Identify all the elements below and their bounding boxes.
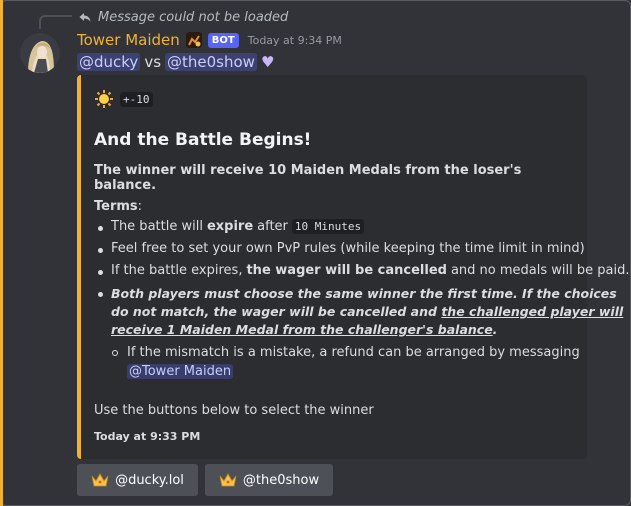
crown-icon (219, 473, 237, 487)
button-label: @ducky.lol (115, 472, 184, 488)
sub-bullet-text: If the mismatch is a mistake, a refund c… (127, 345, 580, 360)
author-code: +-10 (120, 91, 153, 107)
reply-spine (39, 15, 72, 29)
bullet-dot (98, 226, 103, 231)
reply-reference[interactable]: Message could not be loaded (78, 8, 288, 26)
bullet-dot (98, 248, 103, 253)
crown-icon (91, 473, 109, 487)
bullet4-line2: do not match, the wager will be cancelle… (111, 303, 623, 321)
mention-the0show[interactable]: @the0show (165, 53, 257, 71)
select-ducky-button[interactable]: @ducky.lol (77, 464, 198, 496)
bullet-dot (98, 292, 103, 297)
reply-text: Message could not be loaded (98, 9, 289, 25)
terms-heading: Terms: (94, 199, 142, 214)
sub-list-item: If the mismatch is a mistake, a refund c… (127, 343, 580, 381)
instruction-text: Use the buttons below to select the winn… (94, 403, 374, 418)
avatar[interactable] (20, 33, 60, 73)
avatar-image (20, 33, 60, 73)
embed-subtitle: The winner will receive 10 Maiden Medals… (94, 163, 522, 193)
bullet4-line2-underline: the challenged player will (441, 304, 624, 319)
message-timestamp[interactable]: Today at 9:34 PM (248, 34, 342, 47)
heart-icon: ♥ (260, 53, 275, 71)
mention-ducky[interactable]: @ducky (77, 53, 141, 71)
list-item: Feel free to set your own PvP rules (whi… (111, 241, 585, 256)
bullet4-line2-text: do not match, the wager will be cancelle… (111, 304, 437, 319)
select-the0show-button[interactable]: @the0show (205, 464, 333, 496)
bullet4-line3: receive 1 Maiden Medal from the challeng… (111, 321, 623, 339)
embed-author: +-10 (94, 88, 153, 110)
list-item: If the battle expires, the wager will be… (111, 263, 629, 278)
role-icon (185, 32, 202, 48)
bullet3-bold: the wager will be cancelled (246, 263, 447, 278)
bullet3-post: and no medals will be paid. (450, 263, 630, 278)
versus-text: vs (144, 53, 162, 71)
embed-title: And the Battle Begins! (94, 130, 312, 150)
bullet1-post: after (257, 219, 288, 234)
terms-colon: : (137, 199, 143, 214)
battle-embed: +-10 And the Battle Begins! The winner w… (77, 75, 629, 459)
bullet-dot (98, 270, 103, 275)
bullet1-bold: expire (206, 219, 254, 234)
sub-bullet-circle (112, 350, 118, 356)
mention-tower-maiden[interactable]: @Tower Maiden (127, 364, 234, 379)
bullet3-text: If the battle expires, (111, 263, 243, 278)
mention-highlight-bar (0, 0, 3, 506)
button-label: @the0show (242, 472, 320, 488)
bullet1-text: The battle will (111, 219, 203, 234)
bullet4-line3-underline: receive 1 Maiden Medal from the challeng… (111, 322, 493, 337)
bullet4-line1: Both players must choose the same winner… (111, 286, 617, 301)
bot-tag: BOT (207, 32, 239, 48)
username[interactable]: Tower Maiden (77, 31, 180, 49)
embed-footer-timestamp: Today at 9:33 PM (94, 430, 201, 443)
list-item: The battle will expire after 10 Minutes (111, 219, 365, 234)
bullet1-code: 10 Minutes (291, 219, 365, 234)
bullet4-line3-period: . (492, 322, 498, 337)
terms-label: Terms (94, 199, 138, 214)
message-header: Tower Maiden BOT Today at 9:34 PM (77, 30, 342, 50)
reply-arrow-icon (79, 13, 91, 22)
sun-icon (95, 90, 113, 108)
list-item: Both players must choose the same winner… (111, 285, 623, 339)
message-content: @ducky vs @the0show ♥ (77, 52, 274, 72)
